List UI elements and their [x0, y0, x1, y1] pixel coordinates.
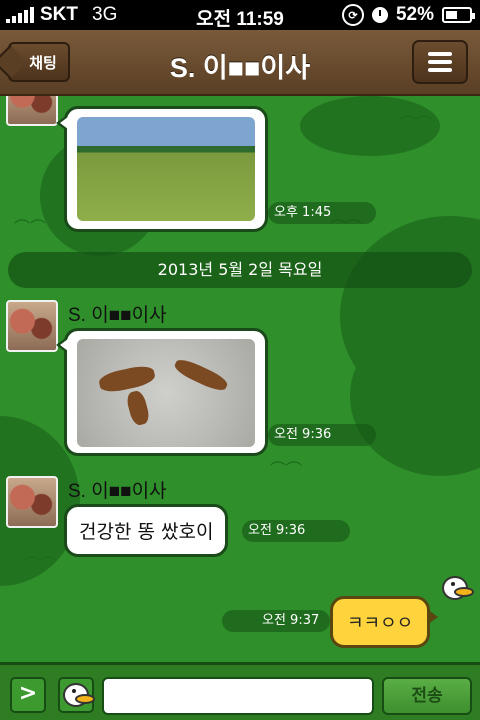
- chat-header: 채팅 S. 이■■이사: [0, 30, 480, 96]
- menu-button[interactable]: [412, 40, 468, 84]
- grass-decoration: ⌒⌒: [14, 218, 47, 237]
- message-time: 오전 9:37: [222, 610, 330, 632]
- message-time: 오전 9:36: [268, 424, 376, 446]
- image-bubble[interactable]: [56, 106, 268, 232]
- grass-decoration: ⌒⌒: [270, 460, 303, 479]
- avatar[interactable]: [6, 300, 58, 352]
- battery-icon: [442, 7, 475, 23]
- photo-thumbnail[interactable]: [77, 117, 255, 221]
- date-separator: 2013년 5월 2일 목요일: [8, 252, 472, 288]
- alarm-icon: [371, 7, 388, 23]
- my-message-bubble[interactable]: ㅋㅋㅇㅇ: [330, 596, 439, 648]
- battery-percent: 52%: [395, 4, 434, 25]
- emoticon-button[interactable]: [58, 677, 95, 713]
- chat-area[interactable]: ⌒⌒ ⌒⌒ ⌒⌒ ⌒⌒ ⌒⌒ 오후 1:45 2013년 5월 2일 목요일 S…: [0, 96, 480, 662]
- menu-icon: [428, 52, 452, 56]
- status-bar: SKT 3G 오전 11:59 ⟳ 52%: [0, 0, 480, 30]
- grass-decoration: ⌒⌒: [24, 555, 57, 574]
- duck-emoticon-icon: [440, 574, 474, 604]
- rotation-lock-icon: ⟳: [341, 4, 364, 26]
- message-time: 오후 1:45: [268, 202, 376, 224]
- avatar[interactable]: [6, 96, 58, 126]
- avatar[interactable]: [6, 476, 58, 528]
- message-input[interactable]: [102, 677, 374, 715]
- photo-thumbnail[interactable]: [77, 339, 255, 447]
- sender-name: S. 이■■이사: [68, 305, 167, 326]
- sender-name: S. 이■■이사: [68, 481, 167, 502]
- expand-button[interactable]: >: [10, 677, 46, 713]
- image-bubble[interactable]: [56, 328, 268, 456]
- message-time: 오전 9:36: [242, 520, 350, 542]
- send-button[interactable]: 전송: [382, 677, 472, 715]
- message-bubble[interactable]: 건강한 똥 쌌호이: [64, 504, 229, 557]
- duck-emoticon-icon: [61, 681, 95, 711]
- input-bar: > 전송: [0, 662, 480, 720]
- grass-decoration: ⌒⌒: [400, 114, 433, 133]
- chat-title: S. 이■■이사: [169, 53, 311, 83]
